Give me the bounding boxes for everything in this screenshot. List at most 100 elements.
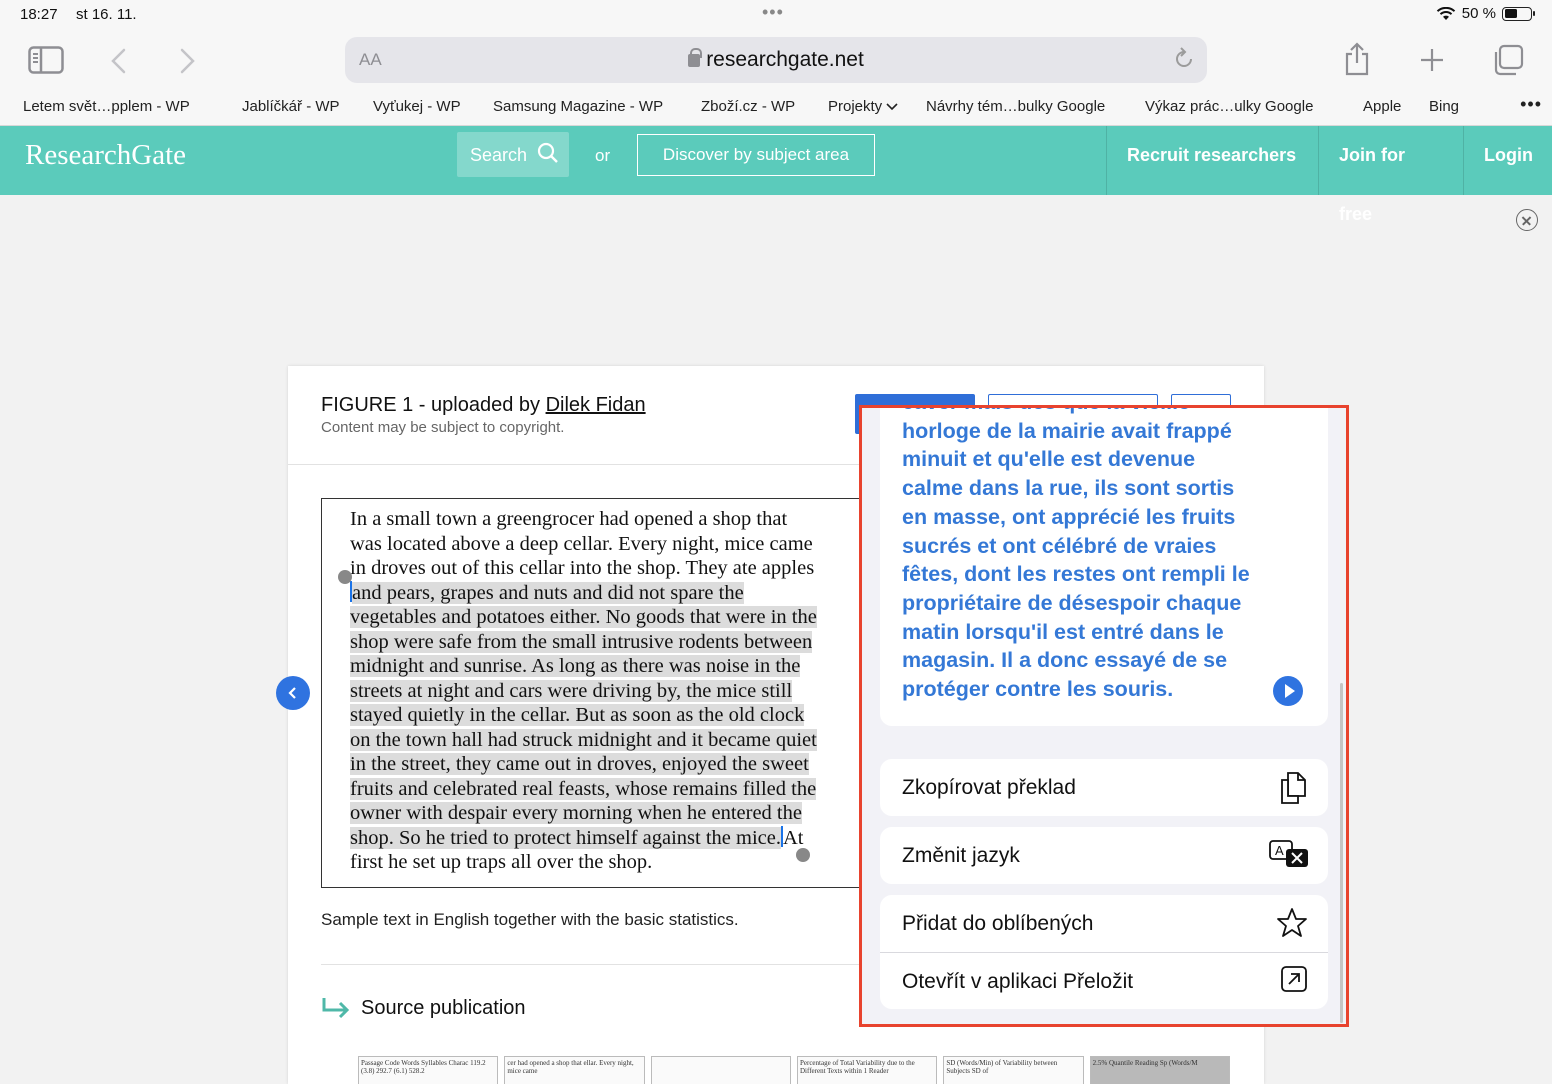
more-bookmarks-icon[interactable]: ••• <box>1520 94 1542 115</box>
thumbnail[interactable]: Passage Code Words Syllables Charac 119.… <box>358 1056 499 1084</box>
battery-icon <box>1502 6 1535 21</box>
source-publication-heading[interactable]: Source publication <box>321 996 526 1020</box>
figure-image[interactable]: In a small town a greengrocer had opened… <box>321 498 881 888</box>
text-line: was located above a deep cellar. Every n… <box>350 532 813 555</box>
lock-icon <box>688 48 703 67</box>
share-icon[interactable] <box>1343 42 1371 76</box>
reload-icon[interactable] <box>1173 47 1195 71</box>
change-language-label: Změnit jazyk <box>902 844 1020 867</box>
open-in-translate-button[interactable]: Otevřít v aplikaci Přeložit <box>880 952 1328 1009</box>
translated-line: en masse, ont apprécié les fruits <box>902 504 1236 529</box>
selected-text: vegetables and potatoes either. No goods… <box>350 606 817 628</box>
translated-line: fêtes, dont les restes ont rempli le <box>902 562 1250 587</box>
status-date: st 16. 11. <box>76 6 137 23</box>
tabs-overview-icon[interactable] <box>1492 44 1524 76</box>
thumbnail[interactable] <box>650 1056 791 1084</box>
arrow-return-icon <box>322 998 350 1019</box>
thumbnail[interactable]: 2.5% Quantile Reading Sp (Words/M <box>1089 1056 1230 1084</box>
translated-line: matin lorsqu'il est entré dans le <box>902 619 1224 644</box>
source-publication-label: Source publication <box>361 996 526 1019</box>
figure-title-prefix: FIGURE 1 - uploaded by <box>321 394 546 416</box>
search-label: Search <box>470 145 528 165</box>
author-link[interactable]: Dilek Fidan <box>546 394 646 416</box>
join-for-free-link[interactable]: Join for free <box>1318 126 1463 224</box>
text-line: in the street, they came out in droves, … <box>350 752 850 777</box>
translated-line: minuit et qu'elle est devenue <box>902 447 1196 472</box>
bookmark-item[interactable]: Apple <box>1363 98 1401 115</box>
url-display[interactable]: researchgate.net <box>345 48 1207 72</box>
thumbnail[interactable]: Percentage of Total Variability due to t… <box>796 1056 938 1084</box>
back-icon[interactable] <box>110 48 128 74</box>
url-text: researchgate.net <box>706 48 864 71</box>
bookmark-item[interactable]: Vyťukej - WP <box>373 98 461 115</box>
bookmark-folder-projekty[interactable]: Projekty <box>828 98 898 115</box>
selected-text: stayed quietly in the cellar. But as soo… <box>350 704 805 726</box>
copy-translation-button[interactable]: Zkopírovat překlad <box>880 759 1328 816</box>
site-logo[interactable]: ResearchGate <box>25 139 186 172</box>
thumbnail[interactable]: SD (Words/Min) of Variability between Su… <box>943 1056 1084 1084</box>
search-button[interactable]: Search <box>457 132 569 177</box>
login-link[interactable]: Login <box>1463 126 1552 195</box>
close-icon[interactable] <box>1516 209 1538 231</box>
text-line: midnight and sunrise. As long as there w… <box>350 654 850 679</box>
figure-caption: Sample text in English together with the… <box>321 910 739 929</box>
forward-icon[interactable] <box>178 48 196 74</box>
bookmark-item[interactable]: Samsung Magazine - WP <box>493 98 663 115</box>
bookmark-item[interactable]: Zboží.cz - WP <box>701 98 795 115</box>
translated-line: horloge de la mairie avait frappé <box>902 418 1232 443</box>
wifi-icon <box>1436 6 1455 20</box>
text-line: owner with despair every morning when he… <box>350 801 850 826</box>
text-line: on the town hall had struck midnight and… <box>350 728 850 753</box>
bookmark-item[interactable]: Výkaz prác…ulky Google <box>1145 98 1313 115</box>
translate-icon: A <box>1269 840 1308 867</box>
selected-text: shop were safe from the small intrusive … <box>350 630 813 653</box>
multitasking-dots-icon[interactable]: ••• <box>762 2 784 23</box>
bookmark-item[interactable]: Letem svět…pplem - WP <box>23 98 190 115</box>
figure-text[interactable]: In a small town a greengrocer had opened… <box>350 507 850 875</box>
bookmark-item[interactable]: Návrhy tém…bulky Google <box>926 98 1105 115</box>
selected-text: on the town hall had struck midnight and… <box>350 728 817 751</box>
figure-thumbnails: Passage Code Words Syllables Charac 119.… <box>358 1056 1230 1084</box>
or-separator: or <box>595 146 611 165</box>
bookmark-item[interactable]: Jablíčkář - WP <box>242 98 340 115</box>
recruit-researchers-link[interactable]: Recruit researchers <box>1106 126 1318 195</box>
translated-line: magasin. Il a donc essayé de se <box>902 648 1228 673</box>
address-bar[interactable]: AA researchgate.net <box>345 37 1207 83</box>
selection-end-handle[interactable] <box>796 848 810 862</box>
sidebar-icon[interactable] <box>28 46 64 74</box>
change-language-button[interactable]: Změnit jazyk A <box>880 827 1328 884</box>
svg-text:A: A <box>1275 843 1284 858</box>
search-icon <box>537 142 558 163</box>
open-in-translate-label: Otevřít v aplikaci Přeložit <box>902 970 1134 993</box>
text-line: in droves out of this cellar into the sh… <box>350 557 815 579</box>
new-tab-icon[interactable] <box>1419 47 1445 73</box>
thumbnail[interactable]: cer had opened a shop that ellar. Every … <box>504 1056 645 1084</box>
text-line: shop. So he tried to protect himself aga… <box>350 825 850 851</box>
bookmark-item[interactable]: Bing <box>1429 98 1459 115</box>
selected-text: streets at night and cars were driving b… <box>350 679 793 702</box>
selection-start-handle[interactable] <box>338 570 352 584</box>
discover-subject-button[interactable]: Discover by subject area <box>637 134 875 176</box>
open-external-icon <box>1281 966 1307 992</box>
scrollbar[interactable] <box>1340 683 1343 1023</box>
copyright-note: Content may be subject to copyright. <box>321 419 565 436</box>
battery-percent: 50 % <box>1461 5 1496 22</box>
selected-text: fruits and celebrated real feasts, whose… <box>350 777 817 800</box>
status-bar: 18:27 st 16. 11. ••• 50 % <box>0 0 1552 30</box>
selected-text: midnight and sunrise. As long as there w… <box>350 655 801 677</box>
chevron-down-icon <box>886 103 898 111</box>
text-line: stayed quietly in the cellar. But as soo… <box>350 703 850 728</box>
copy-icon <box>1281 772 1306 804</box>
figure-title: FIGURE 1 - uploaded by Dilek Fidan <box>321 394 646 417</box>
previous-figure-button[interactable] <box>276 676 310 710</box>
text-line: fruits and celebrated real feasts, whose… <box>350 777 850 802</box>
text-line: streets at night and cars were driving b… <box>350 679 850 704</box>
star-icon <box>1277 908 1307 937</box>
translated-line: caver mais dès que la vieille <box>902 408 1262 417</box>
translation-popover: caver mais dès que la vieille horloge de… <box>859 405 1349 1027</box>
play-icon[interactable] <box>1273 676 1303 706</box>
add-to-favorites-label: Přidat do oblíbených <box>902 912 1094 935</box>
status-right: 50 % <box>1436 5 1535 22</box>
add-to-favorites-button[interactable]: Přidat do oblíbených <box>880 895 1328 952</box>
translated-text: caver mais dès que la vieille horloge de… <box>902 408 1262 704</box>
